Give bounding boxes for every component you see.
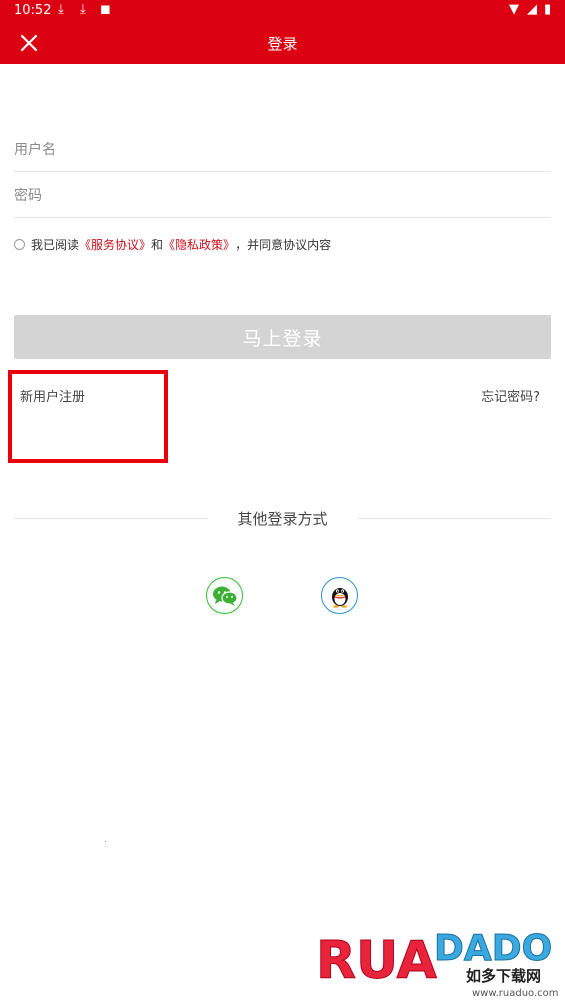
notification-icon: ◼ bbox=[100, 2, 111, 17]
agreement-and: 和 bbox=[151, 237, 164, 252]
watermark-logo: RUA DADO 如多下载网 www.ruaduo.com bbox=[316, 928, 559, 1000]
divider-right bbox=[358, 518, 551, 519]
qq-login-button[interactable] bbox=[321, 577, 358, 614]
qq-icon bbox=[331, 587, 348, 608]
privacy-policy-link[interactable]: 《隐私政策》 bbox=[163, 236, 235, 253]
password-field[interactable] bbox=[14, 174, 551, 218]
highlight-box bbox=[8, 370, 168, 463]
stray-dot bbox=[105, 841, 106, 842]
agreement-prefix: 我已阅读 bbox=[31, 237, 80, 252]
svg-text:www.ruaduo.com: www.ruaduo.com bbox=[472, 988, 559, 999]
download-icon: ⤓ bbox=[80, 2, 86, 17]
agreement-row: 我已阅读 《服务协议》 和 《隐私政策》 ，并同意协议内容 bbox=[14, 234, 331, 254]
status-time: 10:52 bbox=[14, 3, 52, 18]
signal-icon: ◢ bbox=[527, 2, 537, 17]
wechat-icon bbox=[212, 586, 238, 606]
nav-bar: 登录 bbox=[0, 24, 565, 64]
forgot-password-link[interactable]: 忘记密码? bbox=[481, 386, 540, 405]
svg-text:DADO: DADO bbox=[434, 928, 552, 969]
agreement-radio[interactable] bbox=[14, 238, 25, 250]
svg-text:RUA: RUA bbox=[316, 931, 437, 991]
service-agreement-link[interactable]: 《服务协议》 bbox=[79, 236, 151, 253]
battery-icon: ▮ bbox=[544, 2, 552, 17]
password-input[interactable] bbox=[14, 184, 551, 208]
svg-text:如多下载网: 如多下载网 bbox=[466, 967, 541, 985]
download-icon: ⤓ bbox=[58, 2, 64, 17]
login-button[interactable]: 马上登录 bbox=[14, 315, 551, 359]
wechat-login-button[interactable] bbox=[206, 577, 243, 614]
agreement-suffix: ，并同意协议内容 bbox=[235, 237, 332, 252]
status-bar: 10:52 ⤓ ⤓ ◼ ▼ ◢ ▮ bbox=[0, 0, 565, 24]
username-input[interactable] bbox=[14, 138, 551, 162]
page-title: 登录 bbox=[267, 35, 298, 53]
wifi-icon: ▼ bbox=[509, 2, 519, 17]
username-field[interactable] bbox=[14, 128, 551, 172]
